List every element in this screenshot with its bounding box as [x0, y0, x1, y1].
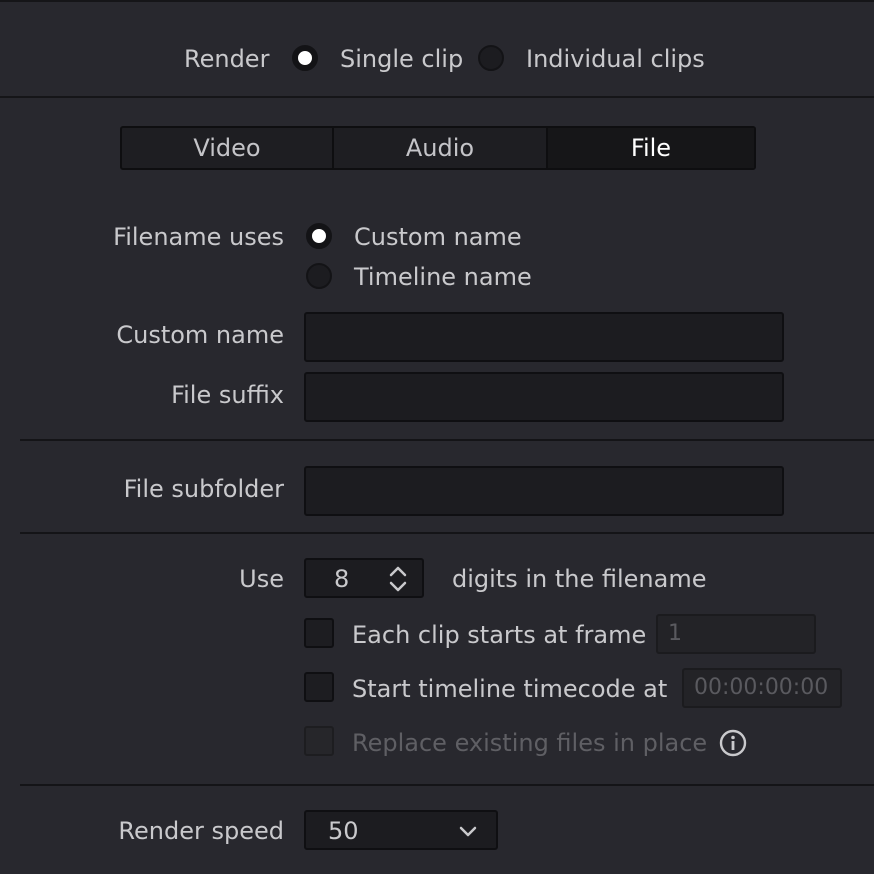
tab-file[interactable]: File: [546, 128, 754, 168]
single-clip-label[interactable]: Single clip: [340, 44, 463, 74]
custom-name-label: Custom name: [116, 321, 284, 349]
custom-name-radio-label[interactable]: Custom name: [354, 222, 522, 252]
replace-files-label: Replace existing files in place: [352, 729, 708, 757]
timeline-name-radio-label[interactable]: Timeline name: [354, 262, 532, 292]
chevron-down-icon[interactable]: [456, 822, 480, 842]
file-suffix-input[interactable]: [304, 372, 784, 422]
single-clip-radio[interactable]: [292, 45, 318, 71]
each-clip-label[interactable]: Each clip starts at frame: [352, 620, 646, 650]
start-frame-input[interactable]: 1: [656, 614, 816, 654]
individual-clips-radio[interactable]: [478, 45, 504, 71]
render-speed-value[interactable]: 50: [328, 816, 359, 846]
file-subfolder-input[interactable]: [304, 466, 784, 516]
start-timecode-input[interactable]: 00:00:00:00: [682, 668, 842, 708]
filename-uses-label: Filename uses: [113, 223, 284, 251]
tab-video[interactable]: Video: [122, 128, 332, 168]
divider: [20, 532, 874, 534]
render-speed-dropdown[interactable]: 50: [304, 810, 498, 850]
each-clip-checkbox[interactable]: [304, 618, 334, 648]
settings-tabs: Video Audio File: [120, 126, 756, 170]
custom-name-radio[interactable]: [306, 223, 332, 249]
chevron-updown-icon[interactable]: [386, 564, 410, 594]
digits-stepper[interactable]: 8: [304, 558, 424, 598]
start-timecode-label[interactable]: Start timeline timecode at: [352, 674, 667, 704]
info-icon[interactable]: [718, 728, 748, 758]
timeline-name-radio[interactable]: [306, 263, 332, 289]
tab-audio[interactable]: Audio: [332, 128, 546, 168]
digits-suffix-label: digits in the filename: [452, 565, 707, 593]
divider: [20, 784, 874, 786]
custom-name-input[interactable]: [304, 312, 784, 362]
file-subfolder-label: File subfolder: [123, 475, 284, 503]
divider: [20, 439, 874, 441]
file-suffix-label: File suffix: [171, 381, 284, 409]
use-label: Use: [239, 565, 284, 593]
start-timecode-checkbox[interactable]: [304, 672, 334, 702]
render-speed-label: Render speed: [118, 817, 284, 845]
render-label: Render: [184, 45, 270, 73]
individual-clips-label[interactable]: Individual clips: [526, 44, 705, 74]
digits-value[interactable]: 8: [334, 564, 349, 594]
replace-files-checkbox[interactable]: [304, 726, 334, 756]
